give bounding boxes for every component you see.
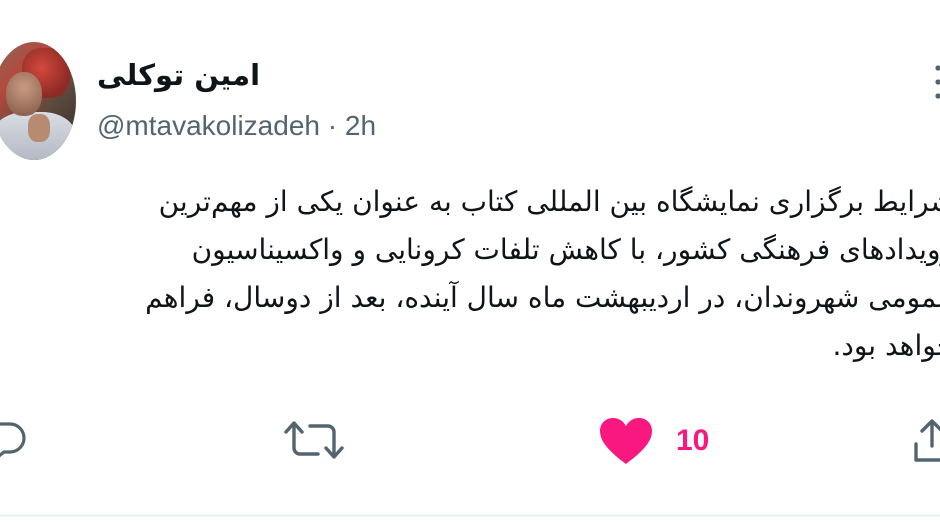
tweet-text-line: رویدادهای فرهنگی کشور، با کاهش تلفات کرو… bbox=[191, 233, 940, 266]
reply-icon[interactable] bbox=[0, 418, 26, 462]
avatar-face bbox=[6, 72, 42, 116]
author-handle[interactable]: @mtavakolizadeh bbox=[97, 110, 320, 141]
like-count: 10 bbox=[676, 424, 710, 457]
tweet-text: شرایط برگزاری نمایشگاه بین المللی کتاب ب… bbox=[0, 178, 940, 370]
author-avatar[interactable] bbox=[0, 42, 76, 160]
avatar-hand bbox=[28, 114, 50, 142]
meta-separator: · bbox=[319, 110, 345, 141]
tweet-text-line: شرایط برگزاری نمایشگاه بین المللی کتاب ب… bbox=[158, 185, 940, 218]
heart-icon[interactable] bbox=[598, 416, 654, 468]
tweet-text-line: عمومی شهروندان، در اردیبهشت ماه سال آیند… bbox=[145, 281, 940, 314]
more-options-icon[interactable] bbox=[932, 62, 940, 102]
tweet-text-line: خواهد بود. bbox=[832, 329, 940, 362]
retweet-icon[interactable] bbox=[282, 418, 346, 462]
author-display-name[interactable]: امین توکلی bbox=[97, 58, 297, 92]
divider bbox=[0, 514, 940, 517]
share-icon[interactable] bbox=[912, 416, 940, 466]
tweet-time[interactable]: 2h bbox=[345, 110, 376, 141]
tweet-actions: 10 bbox=[0, 412, 940, 472]
author-meta: @mtavakolizadeh · 2h bbox=[97, 110, 376, 142]
